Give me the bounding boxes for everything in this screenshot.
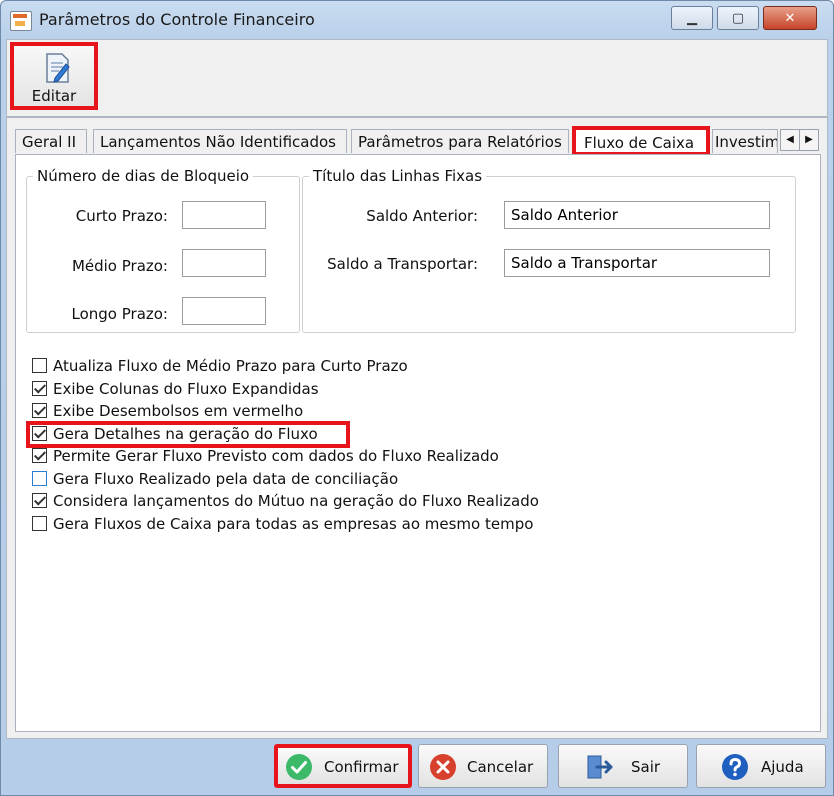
tab-strip: Geral II Lançamentos Não Identificados P… — [15, 126, 821, 156]
tab-investimentos[interactable]: Investim — [712, 129, 778, 153]
linhas-fixas-legend: Título das Linhas Fixas — [313, 167, 483, 185]
cancel-button[interactable]: Cancelar — [418, 744, 548, 788]
checkbox[interactable] — [32, 403, 47, 418]
app-icon — [10, 11, 32, 31]
checkbox-label: Gera Detalhes na geração do Fluxo — [53, 425, 318, 443]
checkbox[interactable] — [32, 516, 47, 531]
tab-lancamentos-nao-identificados[interactable]: Lançamentos Não Identificados — [93, 129, 347, 153]
edit-label: Editar — [31, 87, 77, 105]
maximize-icon: ▢ — [731, 10, 745, 26]
cancel-label: Cancelar — [467, 758, 534, 776]
tab-scroll-left-button[interactable]: ◀ — [780, 129, 800, 151]
medio-prazo-label: Médio Prazo: — [71, 257, 168, 275]
help-circle-icon — [722, 754, 748, 780]
arrow-left-icon: ◀ — [786, 134, 794, 145]
checkbox[interactable] — [32, 448, 47, 463]
cancel-circle-icon — [430, 754, 456, 780]
confirm-label: Confirmar — [324, 758, 399, 776]
footer-buttons: Confirmar Cancelar Sair Ajuda — [6, 739, 826, 791]
tab-content: Número de dias de Bloqueio Curto Prazo: … — [15, 154, 821, 732]
checkbox-label: Atualiza Fluxo de Médio Prazo para Curto… — [53, 357, 408, 375]
checkbox[interactable] — [32, 358, 47, 373]
title-bar: Parâmetros do Controle Financeiro ▁ ▢ ✕ — [1, 1, 833, 39]
checkbox-label: Gera Fluxo Realizado pela data de concil… — [53, 470, 399, 488]
saldo-transportar-label: Saldo a Transportar: — [327, 255, 478, 273]
confirm-button[interactable]: Confirmar — [274, 744, 412, 788]
saldo-transportar-input[interactable] — [504, 249, 770, 277]
saldo-anterior-input[interactable] — [504, 201, 770, 229]
checkbox[interactable] — [32, 426, 47, 441]
close-icon: ✕ — [784, 10, 796, 26]
exit-label: Sair — [631, 758, 661, 776]
checkbox[interactable] — [32, 493, 47, 508]
longo-prazo-input[interactable] — [182, 297, 266, 325]
checkbox-label: Gera Fluxos de Caixa para todas as empre… — [53, 515, 534, 533]
checkbox-label: Exibe Desembolsos em vermelho — [53, 402, 304, 420]
window-controls: ▁ ▢ ✕ — [667, 6, 817, 30]
checkbox[interactable] — [32, 471, 47, 486]
longo-prazo-label: Longo Prazo: — [71, 305, 169, 323]
saldo-anterior-label: Saldo Anterior: — [366, 207, 478, 225]
minimize-icon: ▁ — [687, 10, 697, 26]
checkbox-label: Permite Gerar Fluxo Previsto com dados d… — [53, 447, 499, 465]
exit-button[interactable]: Sair — [558, 744, 688, 788]
check-circle-icon — [286, 754, 312, 780]
main-panel: Geral II Lançamentos Não Identificados P… — [6, 117, 828, 739]
curto-prazo-input[interactable] — [182, 201, 266, 229]
help-button[interactable]: Ajuda — [696, 744, 826, 788]
edit-icon — [46, 53, 70, 83]
window-title: Parâmetros do Controle Financeiro — [39, 10, 315, 29]
dialog-window: Parâmetros do Controle Financeiro ▁ ▢ ✕ … — [0, 0, 834, 796]
exit-door-icon — [587, 755, 613, 779]
bloqueio-legend: Número de dias de Bloqueio — [37, 167, 250, 185]
maximize-button[interactable]: ▢ — [717, 6, 759, 30]
toolbar: Editar — [6, 39, 828, 117]
arrow-right-icon: ▶ — [805, 134, 813, 145]
checkbox-label: Considera lançamentos do Mútuo na geraçã… — [53, 492, 539, 510]
curto-prazo-label: Curto Prazo: — [75, 207, 168, 225]
close-button[interactable]: ✕ — [763, 6, 817, 30]
edit-button[interactable]: Editar — [10, 42, 98, 110]
minimize-button[interactable]: ▁ — [671, 6, 713, 30]
tab-fluxo-de-caixa[interactable]: Fluxo de Caixa — [572, 126, 710, 156]
tab-geral-ii[interactable]: Geral II — [15, 129, 87, 153]
tab-scroll-right-button[interactable]: ▶ — [799, 129, 819, 151]
tab-parametros-relatorios[interactable]: Parâmetros para Relatórios — [351, 129, 569, 153]
checkbox[interactable] — [32, 381, 47, 396]
medio-prazo-input[interactable] — [182, 249, 266, 277]
help-label: Ajuda — [761, 758, 804, 776]
checkbox-label: Exibe Colunas do Fluxo Expandidas — [53, 380, 319, 398]
